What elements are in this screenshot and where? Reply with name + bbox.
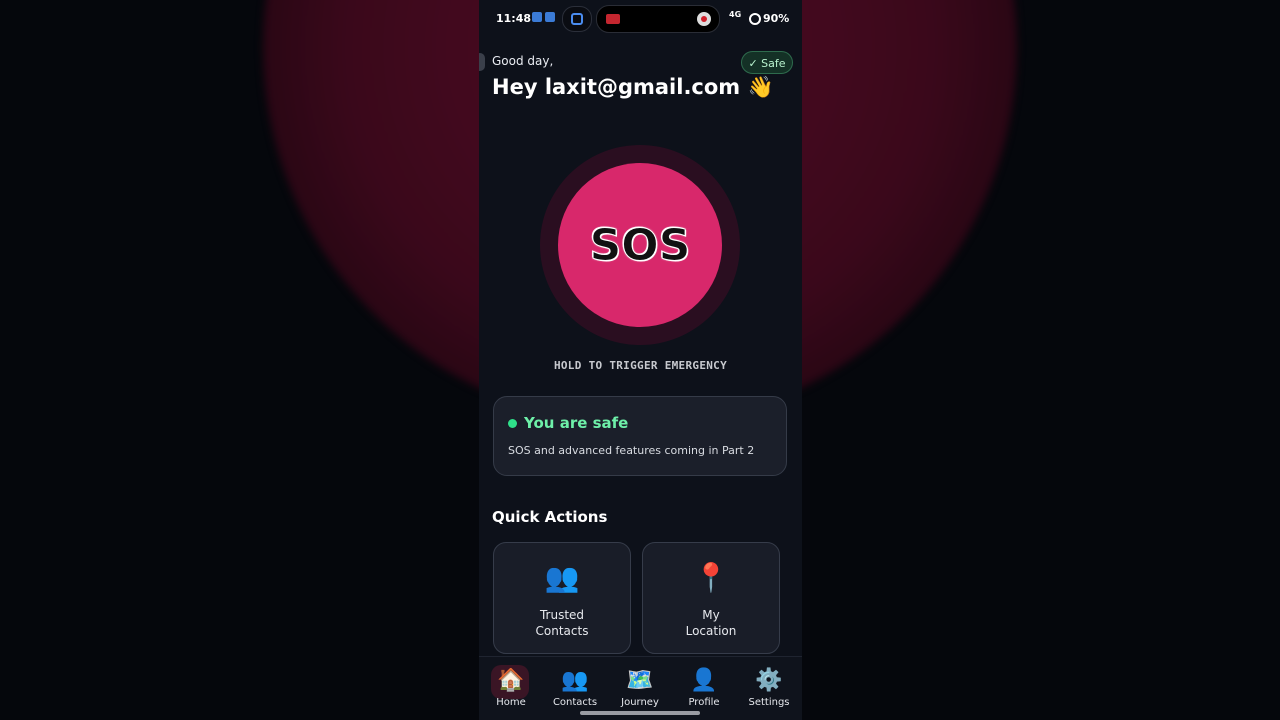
nav-settings[interactable]: ⚙️ Settings [737, 657, 801, 720]
avatar-edge-icon [479, 53, 485, 71]
gear-icon: ⚙️ [755, 668, 783, 693]
trusted-contacts-card[interactable]: 👥 Trusted Contacts [493, 542, 631, 654]
nav-label: Settings [748, 697, 790, 708]
user-greeting-title: Hey laxit@gmail.com 👋 [492, 75, 774, 99]
safe-indicator-dot [508, 419, 517, 428]
hotspot-pill [562, 6, 592, 32]
bluetooth-icon [532, 12, 542, 22]
nav-label: Contacts [552, 697, 598, 708]
safety-status-card: You are safe SOS and advanced features c… [493, 396, 787, 476]
screen-record-island[interactable] [596, 5, 720, 33]
data-saver-icon [749, 13, 761, 25]
quick-action-label: My Location [685, 608, 737, 638]
app-notification-icon [545, 12, 555, 22]
quick-action-label: Trusted Contacts [535, 608, 589, 638]
stop-record-icon[interactable] [697, 12, 711, 26]
profile-icon: 👤 [690, 668, 718, 693]
hotspot-icon [571, 13, 583, 25]
status-title: You are safe [524, 414, 629, 432]
status-time: 11:48 [496, 12, 532, 25]
quick-actions-heading: Quick Actions [492, 508, 608, 526]
sos-button[interactable]: SOS [558, 163, 722, 327]
battery-level: 90% [763, 12, 790, 25]
nav-label: Home [496, 697, 526, 708]
status-subtitle: SOS and advanced features coming in Part… [508, 444, 755, 457]
nav-label: Journey [621, 697, 659, 708]
my-location-card[interactable]: 📍 My Location [642, 542, 780, 654]
network-type: 4G [729, 10, 742, 19]
record-camera-icon [606, 14, 620, 24]
location-pin-icon: 📍 [693, 561, 729, 594]
safe-status-badge: ✓ Safe [741, 51, 793, 74]
greeting-text: Good day, [492, 54, 554, 68]
nav-home[interactable]: 🏠 Home [479, 657, 543, 720]
phone-screen: 11:48 4G 90% Good day, Hey laxit@gmail.c… [479, 0, 802, 720]
contacts-icon: 👥 [561, 668, 589, 693]
home-icon: 🏠 [497, 668, 525, 693]
sos-hint-text: HOLD TO TRIGGER EMERGENCY [553, 359, 728, 372]
nav-label: Profile [688, 697, 720, 708]
map-icon: 🗺️ [626, 668, 654, 693]
status-bar: 11:48 4G 90% [479, 0, 802, 36]
contacts-icon: 👥 [544, 561, 580, 594]
home-gesture-bar[interactable] [580, 711, 700, 715]
